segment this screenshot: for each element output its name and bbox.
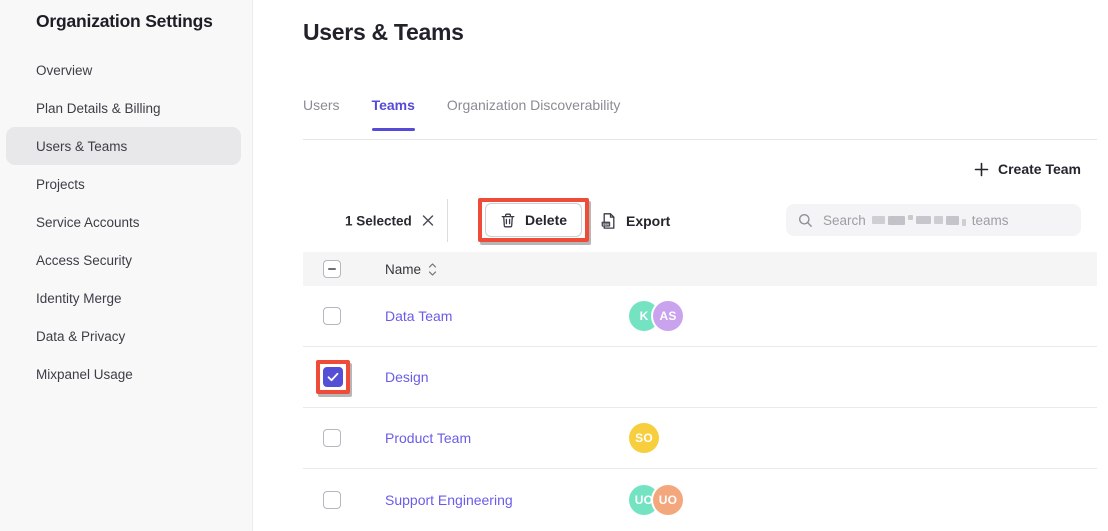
table-row: Support Engineering UO UO <box>303 469 1097 530</box>
search-icon <box>798 213 813 228</box>
table-row: Design <box>303 347 1097 408</box>
sidebar-item-access-security[interactable]: Access Security <box>6 241 241 279</box>
sidebar-nav: Overview Plan Details & Billing Users & … <box>0 51 252 393</box>
sidebar: Organization Settings Overview Plan Deta… <box>0 0 253 531</box>
teams-table: Name Data Team K AS <box>303 252 1097 530</box>
create-team-label: Create Team <box>998 161 1081 177</box>
sort-icon[interactable] <box>428 263 437 276</box>
select-all-checkbox[interactable] <box>323 260 341 278</box>
table-row: Data Team K AS <box>303 286 1097 347</box>
tab-organization-discoverability[interactable]: Organization Discoverability <box>447 96 621 116</box>
avatar: AS <box>653 301 683 331</box>
sidebar-title: Organization Settings <box>36 11 213 32</box>
organization-settings-page: Organization Settings Overview Plan Deta… <box>0 0 1108 531</box>
team-member-avatars: SO <box>629 423 1097 453</box>
annotation-highlight-checkbox <box>316 360 350 394</box>
row-checkbox[interactable] <box>323 429 341 447</box>
sidebar-item-service-accounts[interactable]: Service Accounts <box>6 203 241 241</box>
toolbar: 1 Selected Delete csv Export Search <box>303 199 1097 242</box>
sidebar-item-identity-merge[interactable]: Identity Merge <box>6 279 241 317</box>
sidebar-item-plan-details-billing[interactable]: Plan Details & Billing <box>6 89 241 127</box>
selected-count-label: 1 Selected <box>345 213 412 228</box>
tab-bar: Users Teams Organization Discoverability <box>303 96 1097 140</box>
team-name-link[interactable]: Support Engineering <box>385 492 513 508</box>
row-checkbox[interactable] <box>323 491 341 509</box>
tab-users[interactable]: Users <box>303 96 340 116</box>
selection-status: 1 Selected <box>345 213 434 228</box>
sidebar-item-projects[interactable]: Projects <box>6 165 241 203</box>
sidebar-item-mixpanel-usage[interactable]: Mixpanel Usage <box>6 355 241 393</box>
toolbar-divider <box>447 199 448 242</box>
close-icon[interactable] <box>422 215 434 227</box>
team-name-link[interactable]: Product Team <box>385 430 471 446</box>
checkmark-icon <box>327 372 339 382</box>
annotation-highlight-delete: Delete <box>478 198 589 242</box>
search-placeholder: Search teams <box>823 213 1009 228</box>
export-button[interactable]: csv Export <box>600 212 670 230</box>
select-all-cell <box>303 260 385 278</box>
page-title: Users & Teams <box>303 19 464 46</box>
create-team-button[interactable]: Create Team <box>974 161 1081 177</box>
main-content: Users & Teams Users Teams Organization D… <box>303 0 1097 531</box>
sidebar-item-overview[interactable]: Overview <box>6 51 241 89</box>
sidebar-item-users-teams[interactable]: Users & Teams <box>6 127 241 165</box>
team-member-avatars: K AS <box>629 301 1097 331</box>
svg-text:csv: csv <box>603 222 610 226</box>
search-input[interactable]: Search teams <box>786 204 1081 236</box>
delete-button-label: Delete <box>525 212 567 228</box>
delete-button[interactable]: Delete <box>485 203 582 237</box>
csv-file-icon: csv <box>600 212 617 230</box>
plus-icon <box>974 162 989 177</box>
team-name-link[interactable]: Design <box>385 369 429 385</box>
row-checkbox[interactable] <box>323 307 341 325</box>
trash-icon <box>500 212 516 229</box>
sidebar-item-data-privacy[interactable]: Data & Privacy <box>6 317 241 355</box>
team-member-avatars: UO UO <box>629 485 1097 515</box>
export-button-label: Export <box>626 213 670 229</box>
avatar: SO <box>629 423 659 453</box>
team-name-link[interactable]: Data Team <box>385 308 452 324</box>
table-row: Product Team SO <box>303 408 1097 469</box>
redacted-text <box>872 215 966 226</box>
indeterminate-dash <box>328 268 336 270</box>
avatar: UO <box>653 485 683 515</box>
table-header-row: Name <box>303 252 1097 286</box>
name-column-header[interactable]: Name <box>385 262 629 277</box>
tab-teams[interactable]: Teams <box>372 96 415 116</box>
row-checkbox[interactable] <box>323 367 343 387</box>
